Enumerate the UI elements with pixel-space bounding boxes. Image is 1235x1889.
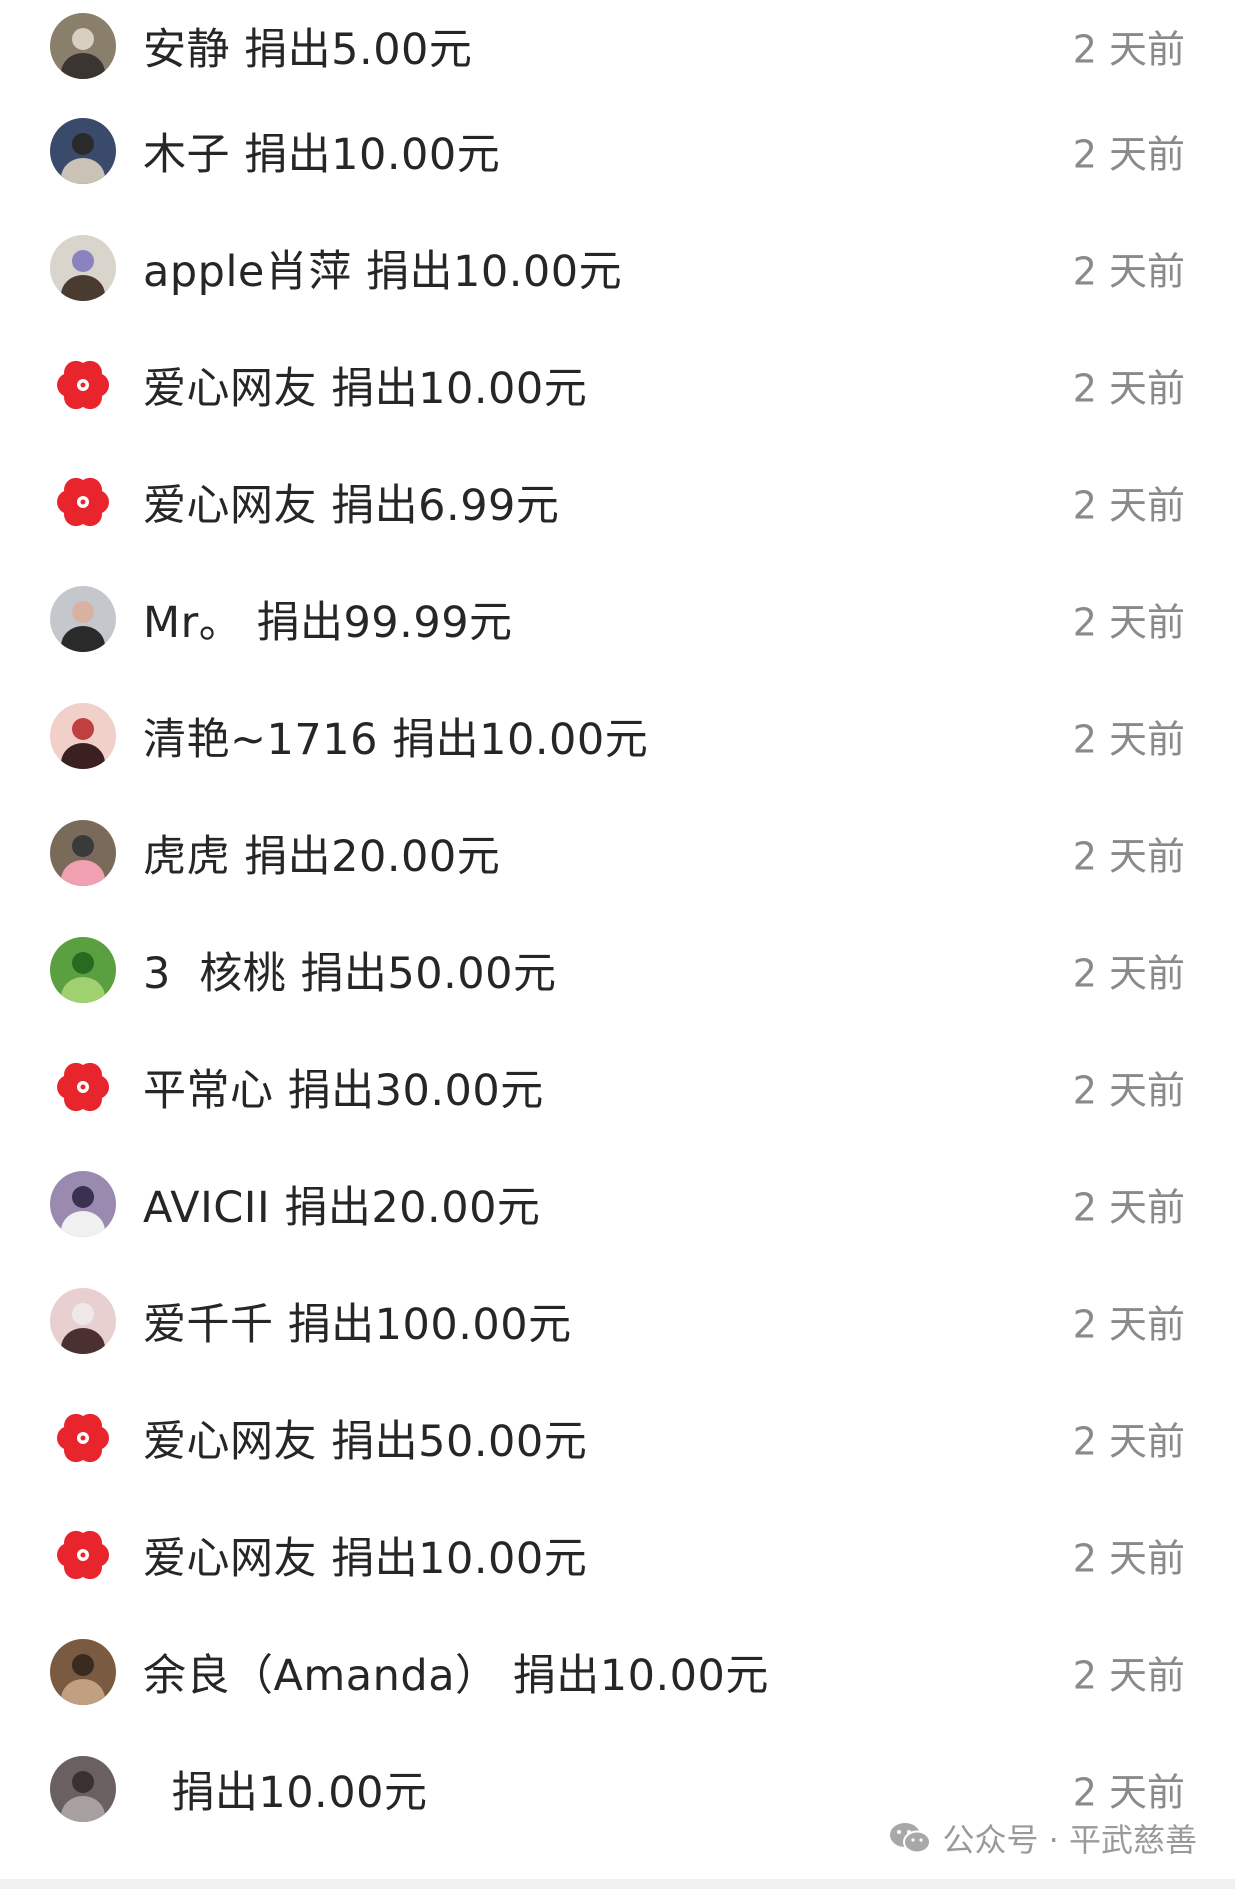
donation-text: 平常心 捐出30.00元 [143,1056,544,1118]
donation-time: 2 天前 [1072,1185,1185,1229]
donation-row[interactable]: 木子 捐出10.00元 2 天前 [0,92,1235,209]
donation-amount: 捐出99.99元 [256,597,513,648]
donation-time: 2 天前 [1072,27,1185,72]
donor-name: 爱千千 [143,1299,274,1350]
donation-row[interactable]: 平常心 捐出30.00元 2 天前 [0,1028,1235,1145]
donation-row[interactable]: 清艳~1716 捐出10.00元 2 天前 [0,677,1235,794]
wechat-icon [888,1820,932,1856]
donation-text: apple肖萍 捐出10.00元 [143,237,622,299]
donation-time: 2 天前 [1072,1770,1185,1814]
red-flower-icon [50,351,116,418]
donation-time: 2 天前 [1072,366,1185,410]
donation-time: 2 天前 [1072,132,1185,176]
donation-text: 爱心网友 捐出6.99元 [143,471,559,533]
donation-time: 2 天前 [1072,600,1185,644]
donation-amount: 捐出10.00元 [512,1650,769,1701]
donation-time: 2 天前 [1072,1653,1185,1697]
donor-name: 爱心网友 [143,1533,317,1584]
donation-amount: 捐出20.00元 [284,1182,541,1233]
donation-row[interactable]: apple肖萍 捐出10.00元 2 天前 [0,209,1235,326]
donation-amount: 捐出10.00元 [392,714,649,765]
donation-row[interactable]: 虎虎 捐出20.00元 2 天前 [0,794,1235,911]
donation-amount: 捐出6.99元 [331,480,560,531]
avatar [50,936,116,1003]
donation-amount: 捐出30.00元 [287,1065,544,1116]
donor-name: Mr。 [143,597,243,648]
donor-name: 爱心网友 [143,363,317,414]
donor-name: 3 核桃 [143,948,287,999]
avatar [50,1755,116,1822]
donation-row[interactable]: Mr。 捐出99.99元 2 天前 [0,560,1235,677]
donation-amount: 捐出10.00元 [331,363,588,414]
avatar [50,117,116,184]
donation-text: 捐出10.00元 [143,1758,427,1820]
donor-name: 余良（Amanda） [143,1650,499,1701]
donation-amount: 捐出5.00元 [244,25,473,75]
donation-text: 爱心网友 捐出10.00元 [143,354,587,416]
watermark-text: 公众号 · 平武慈善 [942,1821,1197,1859]
donation-row[interactable]: AVICII 捐出20.00元 2 天前 [0,1145,1235,1262]
red-flower-icon [50,1053,116,1120]
avatar [50,702,116,769]
donor-name: apple肖萍 [143,246,352,297]
donation-amount: 捐出10.00元 [171,1767,428,1818]
donor-name: 虎虎 [143,831,230,882]
donation-text: 爱千千 捐出100.00元 [143,1290,572,1352]
donation-text: 清艳~1716 捐出10.00元 [143,705,648,767]
donation-text: Mr。 捐出99.99元 [143,588,513,650]
red-flower-icon [50,468,116,535]
donation-amount: 捐出10.00元 [366,246,623,297]
donation-row[interactable]: 爱心网友 捐出10.00元 2 天前 [0,1496,1235,1613]
donation-row[interactable]: 爱心网友 捐出10.00元 2 天前 [0,326,1235,443]
avatar [50,1638,116,1705]
donation-time: 2 天前 [1072,951,1185,995]
donation-time: 2 天前 [1072,483,1185,527]
donation-text: 爱心网友 捐出10.00元 [143,1524,587,1586]
donation-text: 安静 捐出5.00元 [143,15,472,77]
avatar [50,1170,116,1237]
watermark: 公众号 · 平武慈善 [882,1811,1203,1865]
donation-amount: 捐出10.00元 [331,1533,588,1584]
donor-name: 安静 [143,25,230,75]
avatar [50,1287,116,1354]
donation-time: 2 天前 [1072,1068,1185,1112]
donation-text: 爱心网友 捐出50.00元 [143,1407,587,1469]
donation-list: 安静 捐出5.00元 2 天前 木子 捐出10.00元 2 天前 apple肖萍 捐出1… [0,0,1235,1847]
avatar [50,234,116,301]
donation-text: 3 核桃 捐出50.00元 [143,939,556,1001]
donation-row[interactable]: 3 核桃 捐出50.00元 2 天前 [0,911,1235,1028]
donor-name: 清艳~1716 [143,714,378,765]
donation-time: 2 天前 [1072,1419,1185,1463]
donation-row[interactable]: 爱心网友 捐出50.00元 2 天前 [0,1379,1235,1496]
red-flower-icon [50,1404,116,1471]
donor-name: 平常心 [143,1065,274,1116]
donation-amount: 捐出50.00元 [300,948,557,999]
donation-time: 2 天前 [1072,717,1185,761]
donation-amount: 捐出100.00元 [287,1299,572,1350]
donation-time: 2 天前 [1072,834,1185,878]
donor-name: 爱心网友 [143,480,317,531]
donor-name: 木子 [143,129,230,180]
donation-text: 虎虎 捐出20.00元 [143,822,500,884]
donation-amount: 捐出10.00元 [244,129,501,180]
donation-amount: 捐出50.00元 [331,1416,588,1467]
donor-name: 爱心网友 [143,1416,317,1467]
donation-text: 木子 捐出10.00元 [143,120,500,182]
avatar [50,13,116,79]
avatar [50,585,116,652]
bottom-divider [0,1879,1235,1889]
donation-text: 余良（Amanda） 捐出10.00元 [143,1641,769,1703]
donation-time: 2 天前 [1072,1536,1185,1580]
donation-row[interactable]: 爱千千 捐出100.00元 2 天前 [0,1262,1235,1379]
donor-name: AVICII [143,1182,271,1233]
red-flower-icon [50,1521,116,1588]
donation-row[interactable]: 爱心网友 捐出6.99元 2 天前 [0,443,1235,560]
donation-time: 2 天前 [1072,249,1185,293]
avatar [50,819,116,886]
donation-row[interactable]: 余良（Amanda） 捐出10.00元 2 天前 [0,1613,1235,1730]
donation-amount: 捐出20.00元 [244,831,501,882]
donation-row[interactable]: 安静 捐出5.00元 2 天前 [0,0,1235,92]
donation-text: AVICII 捐出20.00元 [143,1173,540,1235]
donation-time: 2 天前 [1072,1302,1185,1346]
